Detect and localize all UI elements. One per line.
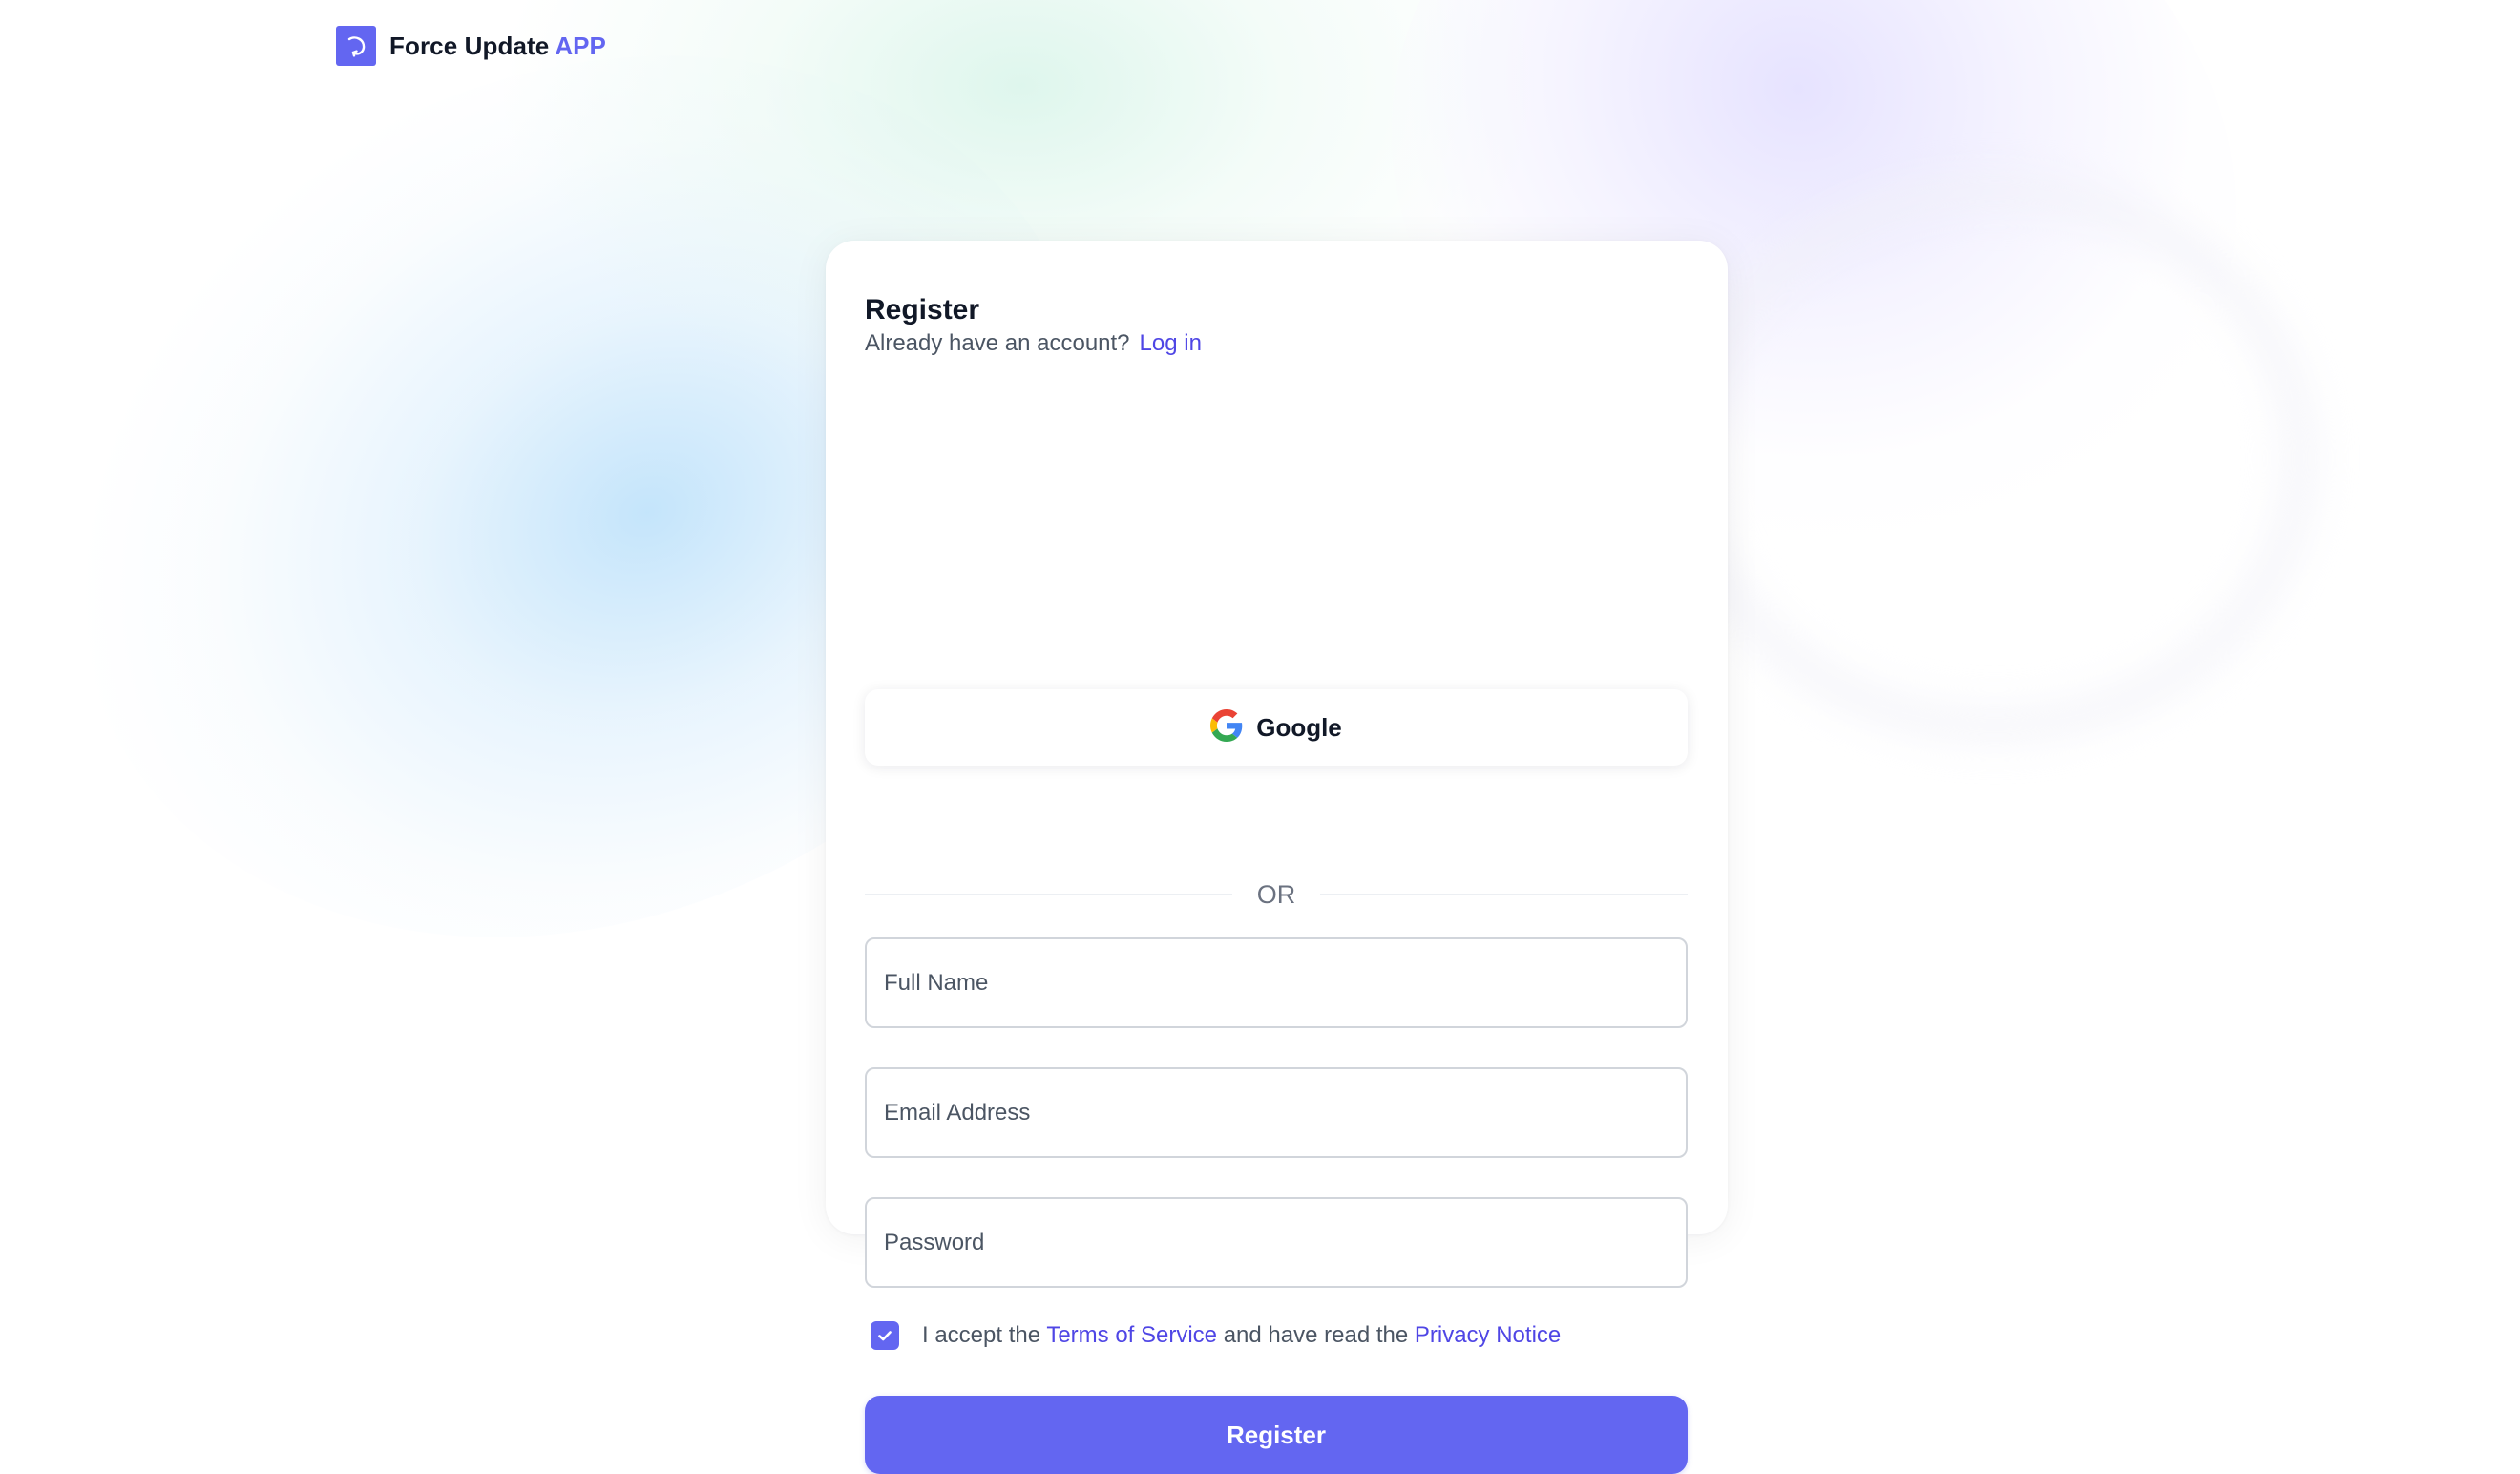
google-signup-button[interactable]: Google — [865, 689, 1688, 766]
divider-text: OR — [1256, 879, 1296, 909]
background-ring — [1670, 172, 2320, 745]
register-button[interactable]: Register — [865, 1396, 1688, 1474]
terms-text: I accept the Terms of Service and have r… — [922, 1322, 1561, 1349]
privacy-notice-link[interactable]: Privacy Notice — [1415, 1322, 1561, 1348]
terms-prefix: I accept the — [922, 1322, 1041, 1348]
google-icon — [1210, 708, 1243, 747]
login-prompt: Already have an account? Log in — [865, 329, 1688, 358]
password-field-wrapper — [865, 1197, 1688, 1288]
register-card-content: Register Already have an account? Log in … — [865, 293, 1688, 1474]
page-title: Register — [865, 294, 980, 326]
login-prompt-text: Already have an account? — [865, 330, 1130, 356]
login-link[interactable]: Log in — [1140, 330, 1202, 356]
password-input[interactable] — [867, 1199, 1686, 1286]
email-field-wrapper — [865, 1067, 1688, 1158]
brand-accent: APP — [555, 31, 606, 60]
terms-checkbox[interactable] — [871, 1321, 899, 1350]
refresh-arc-icon — [336, 26, 376, 66]
brand-name: Force Update — [389, 31, 550, 60]
divider-line-right — [1320, 894, 1688, 895]
brand-name-wrapper: Force Update APP — [389, 32, 606, 61]
full-name-input[interactable] — [867, 939, 1686, 1026]
terms-of-service-link[interactable]: Terms of Service — [1046, 1322, 1217, 1348]
email-input[interactable] — [867, 1069, 1686, 1156]
full-name-field-wrapper — [865, 937, 1688, 1028]
register-card: Register Already have an account? Log in … — [826, 241, 1728, 1474]
google-button-label: Google — [1256, 712, 1342, 742]
terms-row: I accept the Terms of Service and have r… — [871, 1321, 1561, 1350]
check-icon — [878, 1331, 892, 1341]
brand-header[interactable]: Force Update APP — [336, 26, 606, 66]
or-divider: OR — [865, 877, 1688, 912]
divider-line-left — [865, 894, 1232, 895]
terms-middle: and have read the — [1223, 1322, 1409, 1348]
